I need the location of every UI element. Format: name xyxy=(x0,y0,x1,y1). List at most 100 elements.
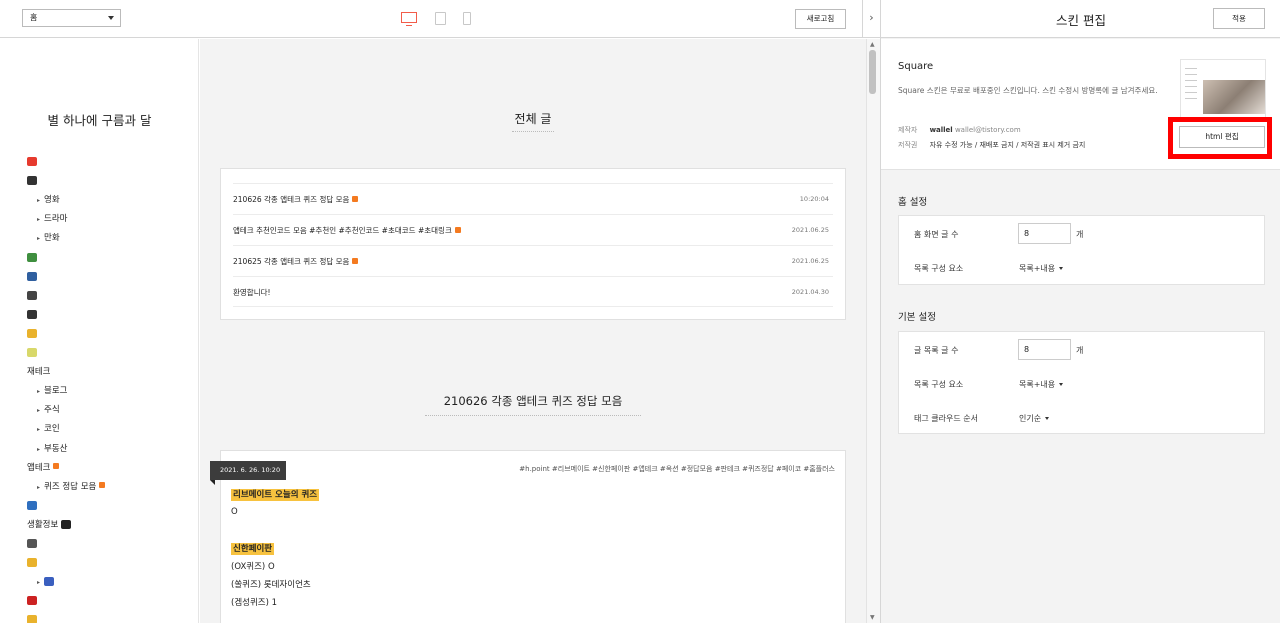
sidebar-menu-item[interactable]: 생활정보 xyxy=(27,517,72,533)
chevron-down-icon xyxy=(1045,417,1050,420)
apply-button[interactable]: 적용 xyxy=(1213,8,1265,29)
collapse-panel-button[interactable]: › xyxy=(862,0,880,38)
new-badge-icon xyxy=(53,463,60,470)
sidebar-menu-item[interactable]: 만화 xyxy=(37,230,60,246)
sidebar-menu-item[interactable]: 코인 xyxy=(37,421,60,437)
scroll-thumb[interactable] xyxy=(869,50,876,94)
chevron-down-icon xyxy=(108,16,114,20)
basic-settings-box: 글 목록 글 수 8 개 목록 구성 요소 목록+내용 태그 클라우드 순서 인… xyxy=(898,331,1265,434)
sidebar-menu-item[interactable]: 블로그 xyxy=(37,383,67,399)
tablet-view-icon[interactable] xyxy=(435,12,446,25)
post-row[interactable]: 환영합니다! 2021.04.30 xyxy=(233,276,833,307)
sidebar-menu-label: 생활정보 xyxy=(27,519,59,530)
page-select-value: 홈 xyxy=(30,13,38,22)
sidebar-menu-item[interactable] xyxy=(27,173,37,189)
sidebar-menu-item[interactable] xyxy=(27,307,37,323)
list-elements-value: 목록+내용 xyxy=(1019,380,1056,389)
tagcloud-order-select[interactable]: 인기순 xyxy=(1019,413,1050,424)
skin-author-row: 제작자 wallel wallel@tistory.com xyxy=(898,125,1021,135)
faces-emoji-icon xyxy=(27,615,37,623)
skin-description: Square 스킨은 무료로 배포중인 스킨입니다. 스킨 수정시 방명록에 글… xyxy=(898,86,1158,95)
blog-title[interactable]: 별 하나에 구름과 달 xyxy=(0,110,199,129)
home-settings-box: 홈 화면 글 수 8 개 목록 구성 요소 목록+내용 xyxy=(898,215,1265,285)
sidebar-menu-item[interactable] xyxy=(27,326,37,342)
skin-thumbnail xyxy=(1180,59,1266,119)
home-settings-title: 홈 설정 xyxy=(898,197,928,208)
refresh-button[interactable]: 새로고침 xyxy=(795,9,846,29)
sidebar-menu-item[interactable] xyxy=(27,555,37,571)
new-badge-icon xyxy=(352,196,359,202)
author-label: 제작자 xyxy=(898,126,918,134)
post-title: 210626 각종 앱테크 퀴즈 정답 모음 xyxy=(233,195,350,204)
sidebar-menu-label: 만화 xyxy=(44,233,60,244)
new-badge-icon xyxy=(99,482,106,489)
post-row[interactable]: 앱테크 추천인코드 모음 #추천인 #추천인코드 #초대코드 #초대링크 202… xyxy=(233,214,833,245)
html-edit-button[interactable]: html 편집 xyxy=(1179,126,1265,148)
sidebar-menu-item[interactable]: 앱테크 xyxy=(27,460,60,476)
scroll-down-icon[interactable]: ▼ xyxy=(870,614,875,621)
sidebar-menu-item[interactable] xyxy=(27,154,37,170)
article-heading[interactable]: 210626 각종 앱테크 퀴즈 정답 모음 xyxy=(200,393,866,409)
red-emoji-icon xyxy=(27,596,37,606)
sidebar-menu-item[interactable] xyxy=(27,593,37,609)
post-date: 10:20:04 xyxy=(799,195,829,203)
post-title: 앱테크 추천인코드 모음 #추천인 #추천인코드 #초대코드 #초대링크 xyxy=(233,226,452,235)
books-emoji-icon xyxy=(27,252,37,262)
home-post-count-input[interactable]: 8 xyxy=(1018,223,1071,244)
post-row[interactable]: 210626 각종 앱테크 퀴즈 정답 모음 10:20:04 xyxy=(233,183,833,214)
sidebar-menu-label: 주식 xyxy=(44,405,60,416)
scroll-up-icon[interactable]: ▲ xyxy=(870,41,875,48)
article-highlight-text: 신한페이판 xyxy=(231,543,275,555)
unit-label: 개 xyxy=(1076,230,1084,239)
skin-name: Square xyxy=(898,61,934,72)
sidebar-menu-item[interactable] xyxy=(27,536,37,552)
sidebar-menu-label: 영화 xyxy=(44,195,60,206)
sidebar-menu-item[interactable]: 드라마 xyxy=(37,211,67,227)
sidebar-menu-item[interactable]: 재테크 xyxy=(27,364,50,380)
author-email: wallel@tistory.com xyxy=(954,126,1021,134)
license-text: 자유 수정 가능 / 재배포 금지 / 저작권 표시 제거 금지 xyxy=(929,141,1086,149)
post-list: 210626 각종 앱테크 퀴즈 정답 모음 10:20:04 앱테크 추천인코… xyxy=(220,168,846,320)
article-highlight-text: 리브메이트 오늘의 퀴즈 xyxy=(231,489,320,501)
mobile-view-icon[interactable] xyxy=(463,12,471,25)
sidebar-menu-item[interactable] xyxy=(27,269,37,285)
article-card: 2021. 6. 26. 10:20 #h.point #리브메이트 #신한페이… xyxy=(210,450,846,623)
home-post-count-label: 홈 화면 글 수 xyxy=(914,230,959,239)
chevron-down-icon xyxy=(1059,267,1064,270)
sidebar-menu-item[interactable]: 영화 xyxy=(37,192,60,208)
arm-emoji-icon xyxy=(27,558,37,568)
sidebar-menu-item[interactable]: 부동산 xyxy=(37,441,67,457)
divider xyxy=(425,415,641,416)
rice-emoji-icon xyxy=(27,348,37,357)
sidebar-menu-item[interactable]: 주식 xyxy=(37,402,60,418)
sidebar-menu-item[interactable] xyxy=(27,345,37,361)
new-badge-icon xyxy=(454,227,461,233)
home-list-select[interactable]: 목록+내용 xyxy=(1019,263,1064,274)
sidebar-menu-item[interactable]: 퀴즈 정답 모음 xyxy=(37,479,106,495)
post-row[interactable]: 210625 각종 앱테크 퀴즈 정답 모음 2021.06.25 xyxy=(233,245,833,276)
sidebar-menu-item[interactable] xyxy=(27,498,37,514)
gear-emoji-icon xyxy=(27,539,37,548)
sidebar-menu-item[interactable] xyxy=(27,250,37,266)
sidebar-menu-item[interactable] xyxy=(27,288,37,304)
list-post-count-input[interactable]: 8 xyxy=(1018,339,1071,360)
article-text: (OX퀴즈) O xyxy=(231,562,275,572)
page-select[interactable]: 홈 xyxy=(22,9,121,27)
sidebar-menu-item[interactable] xyxy=(37,574,55,590)
post-title: 210625 각종 앱테크 퀴즈 정답 모음 xyxy=(233,257,350,266)
desktop-view-icon[interactable] xyxy=(401,12,417,26)
preview-scrollbar[interactable]: ▲ ▼ xyxy=(866,39,880,623)
thumbnail-image xyxy=(1203,80,1265,114)
list-elements-label: 목록 구성 요소 xyxy=(914,380,964,389)
skin-info-card: Square Square 스킨은 무료로 배포중인 스킨입니다. 스킨 수정시… xyxy=(881,39,1280,170)
sidebar-menu-item[interactable] xyxy=(27,612,37,623)
skin-edit-panel: 스킨 편집 적용 Square Square 스킨은 무료로 배포중인 스킨입니… xyxy=(880,0,1280,623)
article-tags[interactable]: #h.point #리브메이트 #신한페이판 #앱테크 #옥션 #정답모음 #판… xyxy=(519,464,835,474)
list-elements-select[interactable]: 목록+내용 xyxy=(1019,379,1064,390)
article-text: (겜성퀴즈) 1 xyxy=(231,598,278,608)
post-date: 2021.04.30 xyxy=(791,288,829,296)
clapper-emoji-icon xyxy=(27,176,37,186)
preview-toolbar: 홈 새로고침 xyxy=(0,0,862,38)
unit-label: 개 xyxy=(1076,346,1084,355)
chevron-down-icon xyxy=(1059,383,1064,386)
